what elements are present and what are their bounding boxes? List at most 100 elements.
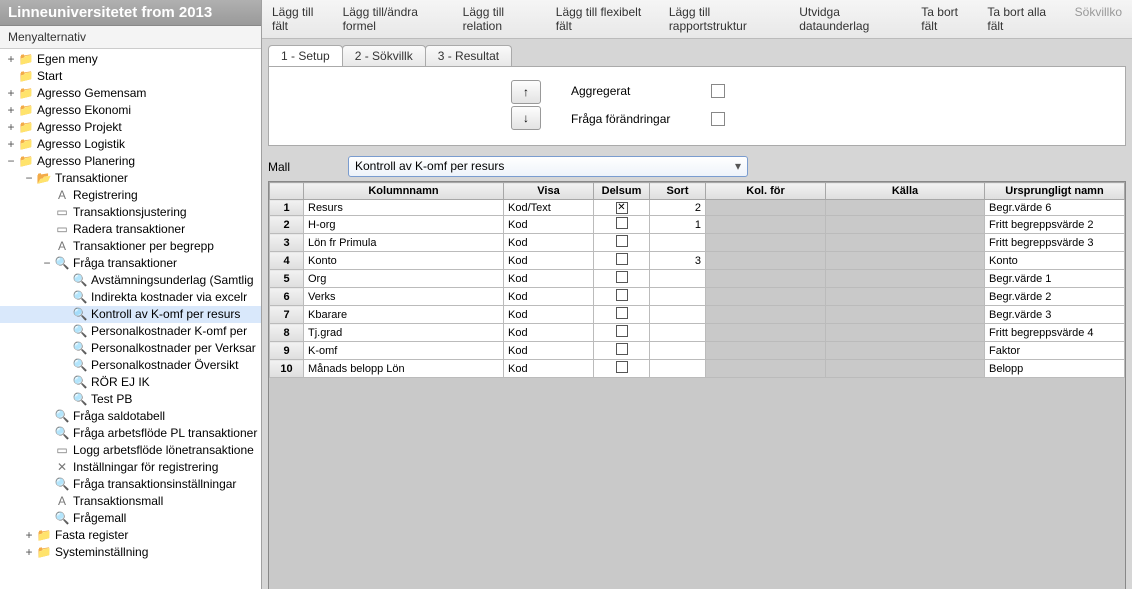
tree-test-pb[interactable]: 🔍Test PB (0, 391, 261, 408)
tab-resultat[interactable]: 3 - Resultat (425, 45, 512, 66)
tree-registrering[interactable]: ARegistrering (0, 187, 261, 204)
col-delsum[interactable]: Delsum (594, 183, 650, 200)
col-kolumnnamn[interactable]: Kolumnnamn (304, 183, 504, 200)
tree-transaktionsmall[interactable]: ATransaktionsmall (0, 493, 261, 510)
tree-twisty[interactable]: + (4, 136, 18, 153)
tree-fr-ga-transaktioner[interactable]: −🔍Fråga transaktioner (0, 255, 261, 272)
toolbar-ta-bort-alla-f-lt[interactable]: Ta bort alla fält (983, 3, 1066, 35)
tree-twisty[interactable]: − (4, 153, 18, 170)
tree-transaktioner[interactable]: −📂Transaktioner (0, 170, 261, 187)
col-kol-f-r[interactable]: Kol. för (706, 183, 826, 200)
table-row[interactable]: 4KontoKod3Konto (270, 252, 1125, 270)
table-row[interactable]: 8Tj.gradKodFritt begreppsvärde 4 (270, 324, 1125, 342)
folder-icon: 📁 (18, 68, 34, 85)
fraga-forandringar-checkbox[interactable] (711, 112, 725, 126)
tree-transaktioner-per-begrepp[interactable]: ATransaktioner per begrepp (0, 238, 261, 255)
tree-fr-ga-arbetsfl-de-pl-transaktioner[interactable]: 🔍Fråga arbetsflöde PL transaktioner (0, 425, 261, 442)
tree-label: Systeminställning (55, 545, 148, 559)
delsum-checkbox[interactable] (616, 343, 628, 355)
col-sort[interactable]: Sort (650, 183, 706, 200)
magnifier-icon: 🔍 (72, 357, 88, 374)
move-down-button[interactable]: ↓ (511, 106, 541, 130)
tree-agresso-ekonomi[interactable]: +📁Agresso Ekonomi (0, 102, 261, 119)
tree-label: Agresso Logistik (37, 137, 125, 151)
tree-twisty[interactable]: + (4, 51, 18, 68)
folder-icon: 📁 (18, 119, 34, 136)
tree-personalkostnader-k-omf-per-[interactable]: 🔍Personalkostnader K-omf per (0, 323, 261, 340)
tree-fasta-register[interactable]: +📁Fasta register (0, 527, 261, 544)
tab-sokvillk[interactable]: 2 - Sökvillk (342, 45, 426, 66)
tree-label: Logg arbetsflöde lönetransaktione (73, 443, 254, 457)
tree-agresso-planering[interactable]: −📁Agresso Planering (0, 153, 261, 170)
table-row[interactable]: 7KbarareKodBegr.värde 3 (270, 306, 1125, 324)
tree-agresso-gemensam[interactable]: +📁Agresso Gemensam (0, 85, 261, 102)
col-k-lla[interactable]: Källa (826, 183, 985, 200)
delsum-checkbox[interactable] (616, 325, 628, 337)
tree-inst-llningar-f-r-registrering[interactable]: ✕Inställningar för registrering (0, 459, 261, 476)
tree-twisty[interactable]: + (4, 119, 18, 136)
col-rownum[interactable] (270, 183, 304, 200)
tree-radera-transaktioner[interactable]: ▭Radera transaktioner (0, 221, 261, 238)
table-row[interactable]: 1ResursKod/Text2Begr.värde 6 (270, 200, 1125, 216)
toolbar-l-gg-till-flexibelt-f-lt[interactable]: Lägg till flexibelt fält (552, 3, 661, 35)
tree-twisty[interactable]: + (22, 527, 36, 544)
tree-kontroll-av-k-omf-per-resurs[interactable]: 🔍Kontroll av K-omf per resurs (0, 306, 261, 323)
tree-fr-ga-transaktionsinst-llningar[interactable]: 🔍Fråga transaktionsinställningar (0, 476, 261, 493)
columns-grid[interactable]: KolumnnamnVisaDelsumSortKol. förKällaUrs… (269, 182, 1125, 378)
table-row[interactable]: 10Månads belopp LönKodBelopp (270, 360, 1125, 378)
tree-twisty[interactable]: − (40, 255, 54, 272)
delsum-checkbox[interactable] (616, 307, 628, 319)
table-row[interactable]: 3Lön fr PrimulaKodFritt begreppsvärde 3 (270, 234, 1125, 252)
tree-start[interactable]: 📁Start (0, 68, 261, 85)
table-row[interactable]: 5OrgKodBegr.värde 1 (270, 270, 1125, 288)
tree-twisty[interactable]: + (4, 85, 18, 102)
tree-twisty[interactable]: + (22, 544, 36, 561)
tree-fr-gemall[interactable]: 🔍Frågemall (0, 510, 261, 527)
toolbar-ta-bort-f-lt[interactable]: Ta bort fält (917, 3, 979, 35)
toolbar-utvidga-dataunderlag[interactable]: Utvidga dataunderlag (795, 3, 913, 35)
toolbar-l-gg-till-relation[interactable]: Lägg till relation (459, 3, 548, 35)
toolbar-l-gg-till-rapportstruktur[interactable]: Lägg till rapportstruktur (665, 3, 791, 35)
delsum-checkbox[interactable] (616, 217, 628, 229)
toolbar-s-kvillko[interactable]: Sökvillko (1071, 3, 1126, 35)
aggregerat-label: Aggregerat (571, 84, 711, 98)
table-row[interactable]: 9K-omfKodFaktor (270, 342, 1125, 360)
tab-setup[interactable]: 1 - Setup (268, 45, 343, 66)
tree-logg-arbetsfl-de-l-netransaktione[interactable]: ▭Logg arbetsflöde lönetransaktione (0, 442, 261, 459)
table-row[interactable]: 2H-orgKod1Fritt begreppsvärde 2 (270, 216, 1125, 234)
toolbar-l-gg-till-ndra-formel[interactable]: Lägg till/ändra formel (339, 3, 455, 35)
tree-fr-ga-saldotabell[interactable]: 🔍Fråga saldotabell (0, 408, 261, 425)
toolbar-l-gg-till-f-lt[interactable]: Lägg till fält (268, 3, 335, 35)
tree-transaktionsjustering[interactable]: ▭Transaktionsjustering (0, 204, 261, 221)
aggregerat-checkbox[interactable] (711, 84, 725, 98)
tree-label: Transaktioner per begrepp (73, 239, 214, 253)
move-up-button[interactable]: ↑ (511, 80, 541, 104)
delsum-checkbox[interactable] (616, 202, 628, 214)
mall-select[interactable]: Kontroll av K-omf per resurs (348, 156, 748, 177)
delsum-checkbox[interactable] (616, 253, 628, 265)
tree-twisty[interactable]: + (4, 102, 18, 119)
tree-agresso-logistik[interactable]: +📁Agresso Logistik (0, 136, 261, 153)
delsum-checkbox[interactable] (616, 271, 628, 283)
tree-avst-mningsunderlag-samtlig[interactable]: 🔍Avstämningsunderlag (Samtlig (0, 272, 261, 289)
table-row[interactable]: 6VerksKodBegr.värde 2 (270, 288, 1125, 306)
tree-r-r-ej-ik[interactable]: 🔍RÖR EJ IK (0, 374, 261, 391)
nav-tree[interactable]: +📁Egen meny📁Start+📁Agresso Gemensam+📁Agr… (0, 49, 261, 589)
col-visa[interactable]: Visa (504, 183, 594, 200)
tree-label: Frågemall (73, 511, 126, 525)
tree-twisty[interactable]: − (22, 170, 36, 187)
delsum-checkbox[interactable] (616, 289, 628, 301)
tree-label: Fråga transaktionsinställningar (73, 477, 236, 491)
tree-personalkostnader-versikt[interactable]: 🔍Personalkostnader Översikt (0, 357, 261, 374)
tree-label: Agresso Ekonomi (37, 103, 131, 117)
tree-agresso-projekt[interactable]: +📁Agresso Projekt (0, 119, 261, 136)
delsum-checkbox[interactable] (616, 235, 628, 247)
col-ursprungligt-namn[interactable]: Ursprungligt namn (985, 183, 1125, 200)
tree-indirekta-kostnader-via-excelr[interactable]: 🔍Indirekta kostnader via excelr (0, 289, 261, 306)
tree-systeminst-llning[interactable]: +📁Systeminställning (0, 544, 261, 561)
tree-personalkostnader-per-verksar[interactable]: 🔍Personalkostnader per Verksar (0, 340, 261, 357)
delsum-checkbox[interactable] (616, 361, 628, 373)
setup-panel: ↑ ↓ Aggregerat Fråga förändringar (268, 66, 1126, 146)
tree-egen-meny[interactable]: +📁Egen meny (0, 51, 261, 68)
mall-select-value: Kontroll av K-omf per resurs (355, 159, 504, 173)
